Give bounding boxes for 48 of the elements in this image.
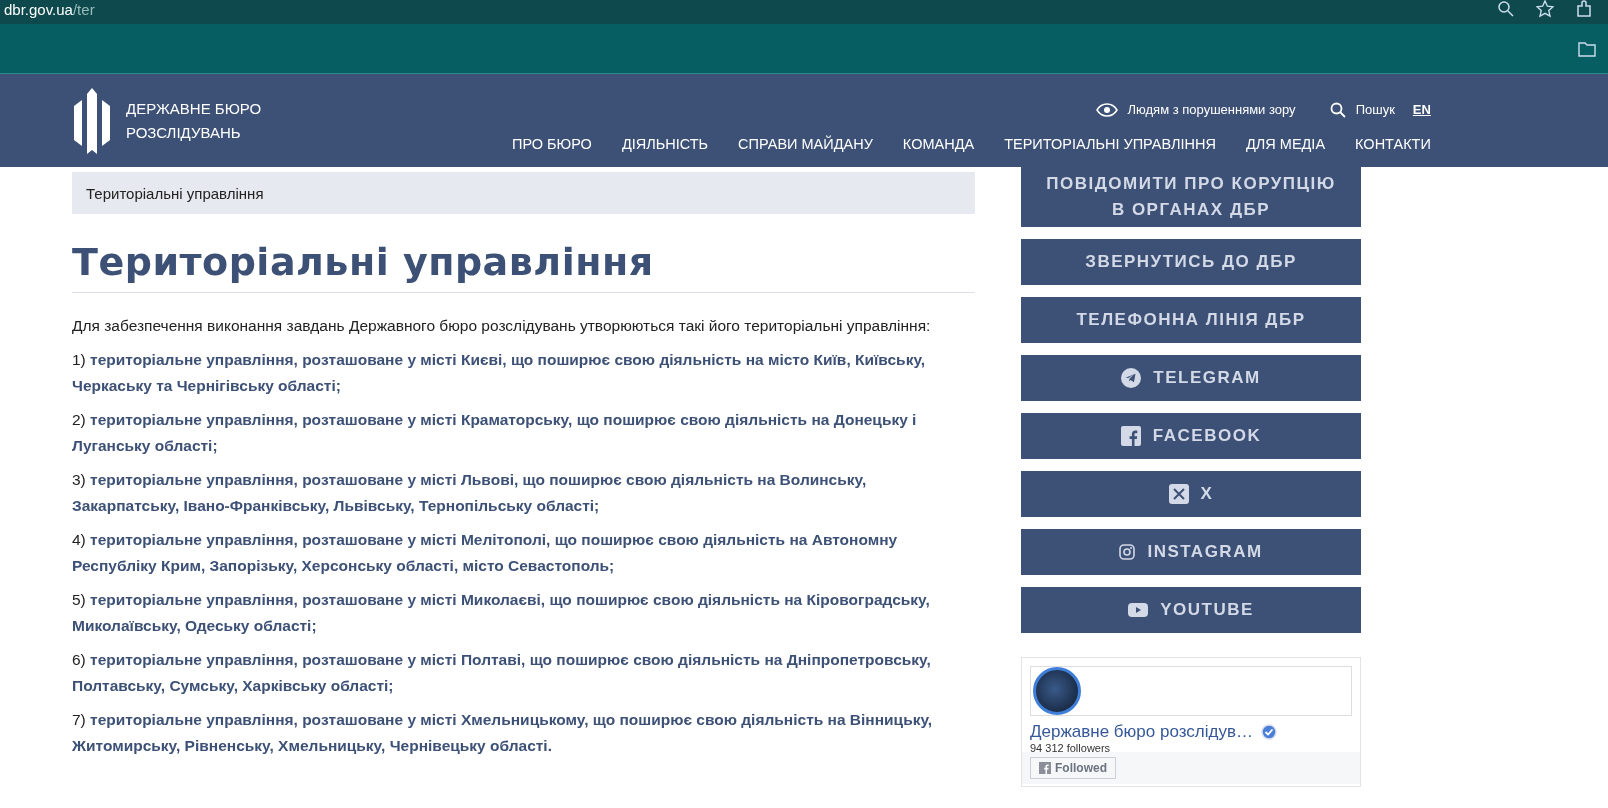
zoom-icon[interactable] <box>1498 1 1514 17</box>
sidebar-button[interactable]: ЗВЕРНУТИСЬ ДО ДБР <box>1021 239 1361 285</box>
nav-item[interactable]: ПРО БЮРО <box>512 135 592 152</box>
office-list-item: 6) територіальне управління, розташоване у місті Полтаві, що поширює свою діяльність на Дніпропетровську, Полтавську, Сумську, Харківську області; <box>72 650 932 696</box>
telegram-icon <box>1121 368 1142 388</box>
verified-icon <box>1260 724 1277 740</box>
eye-icon[interactable] <box>1095 102 1118 117</box>
facebook-button[interactable]: FACEBOOK <box>1021 413 1361 459</box>
url-domain[interactable]: dbr.gov.ua <box>4 0 73 18</box>
nav-item[interactable]: КОНТАКТИ <box>1355 135 1431 152</box>
x-button[interactable]: X <box>1021 471 1361 517</box>
star-icon[interactable] <box>1536 0 1554 18</box>
nav-item[interactable]: ДІЯЛЬНІСТЬ <box>621 135 709 152</box>
language-link[interactable]: EN <box>1412 102 1431 117</box>
followed-button[interactable]: Followed <box>1030 757 1116 779</box>
sidebar-button[interactable]: ТЕЛЕФОННА ЛІНІЯ ДБР <box>1021 297 1361 343</box>
facebook-icon <box>1120 426 1141 446</box>
office-list-item: 4) територіальне управління, розташоване у місті Мелітополі, що поширює свою діяльність на Автономну Республіку Крим, Запорізьку, Херсонську області, місто Севастополь; <box>72 530 899 576</box>
intro-paragraph: Для забезпечення виконання завдань Державного бюро розслідувань утворюються такі його територіальні управління: <box>72 316 932 336</box>
nav-item[interactable]: ТЕРИТОРІАЛЬНІ УПРАВЛІННЯ <box>1004 135 1216 152</box>
breadcrumb: Територіальні управління <box>72 172 975 214</box>
instagram-button[interactable]: INSTAGRAM <box>1021 529 1361 575</box>
extension-icon[interactable] <box>1576 0 1594 18</box>
facebook-icon <box>1039 762 1051 774</box>
search-icon[interactable] <box>1329 101 1346 118</box>
page-avatar[interactable] <box>1033 667 1081 715</box>
folder-icon[interactable] <box>1578 40 1596 57</box>
sidebar-button[interactable]: ПОВІДОМИТИ ПРО КОРУПЦІЮ В ОРГАНАХ ДБР <box>1021 167 1361 227</box>
x-logo-icon <box>1168 484 1189 504</box>
page-name-link[interactable]: Державне бюро розслідув… <box>1022 722 1360 742</box>
search-link[interactable]: Пошук <box>1355 102 1395 117</box>
nav-item[interactable]: ДЛЯ МЕДІА <box>1245 135 1326 152</box>
office-list-item: 3) територіальне управління, розташоване у місті Львові, що поширює свою діяльність на Волинську, Закарпатську, Івано-Франківську, Львівську, Тернопільську області; <box>72 470 868 516</box>
page-title: Територіальні управління <box>72 240 975 293</box>
youtube-button[interactable]: YOUTUBE <box>1021 587 1361 633</box>
accessibility-link[interactable]: Людям з порушеннями зору <box>1127 102 1296 117</box>
telegram-button[interactable]: TELEGRAM <box>1021 355 1361 401</box>
logo-text[interactable]: ДЕРЖАВНЕ БЮРО РОЗСЛІДУВАНЬ <box>126 96 262 145</box>
office-list-item: 5) територіальне управління, розташоване у місті Миколаєві, що поширює свою діяльність на Кіровоградську, Миколаївську, Одеську області; <box>72 590 931 636</box>
office-list-item: 1) територіальне управління, розташоване у місті Києві, що поширює свою діяльність на місто Київ, Київську, Черкаську та Чернігівську області; <box>72 350 927 396</box>
followers-count: 94 312 followers <box>1029 742 1112 752</box>
instagram-icon <box>1119 544 1136 560</box>
youtube-icon <box>1128 603 1149 617</box>
office-list-item: 7) територіальне управління, розташоване у місті Хмельницькому, що поширює свою діяльність на Вінницьку, Житомирську, Рівненську, Хмельницьку, Чернівецьку області. <box>72 710 934 756</box>
url-path[interactable]: /ter <box>72 0 95 18</box>
office-list-item: 2) територіальне управління, розташоване у місті Краматорську, що поширює свою діяльність на Донецьку і Луганську області; <box>72 410 918 456</box>
nav-item[interactable]: КОМАНДА <box>902 135 975 152</box>
nav-item[interactable]: СПРАВИ МАЙДАНУ <box>738 135 873 152</box>
